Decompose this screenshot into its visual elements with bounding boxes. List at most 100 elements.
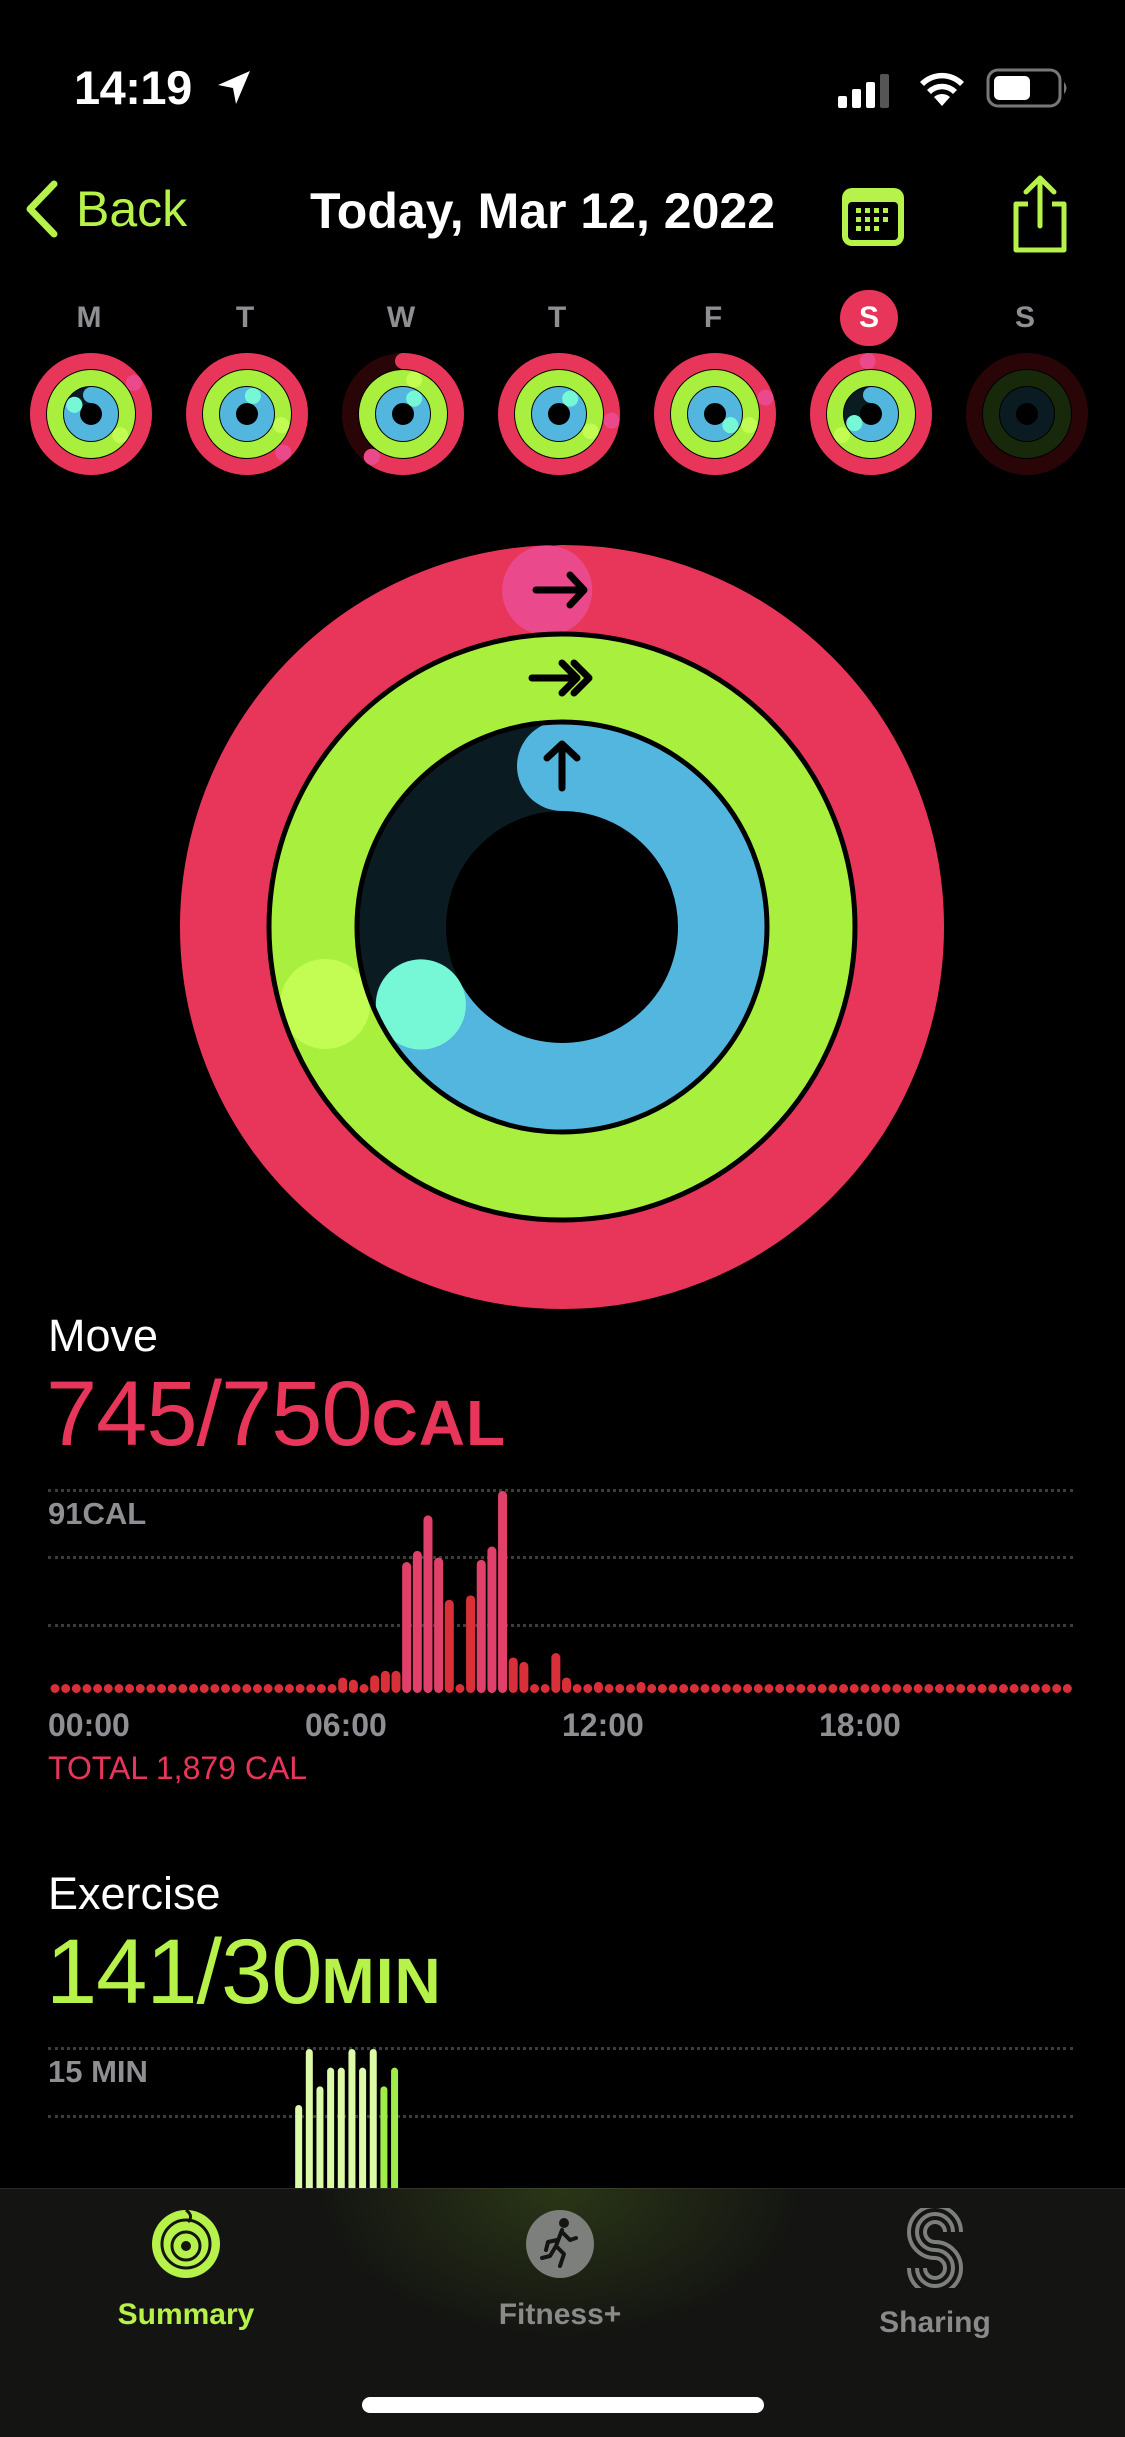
day-ring-move-end-cap (603, 412, 620, 429)
move-bar (785, 1684, 795, 1693)
move-bar (796, 1684, 806, 1693)
move-bar (82, 1684, 92, 1693)
move-bar (732, 1684, 742, 1693)
move-bar (828, 1684, 838, 1693)
activity-rings[interactable] (180, 545, 945, 1310)
day-ring-exercise-end-cap (406, 371, 423, 388)
tab-sharing[interactable]: Sharing (805, 2208, 1065, 2340)
day-ring-move-end-cap (757, 389, 774, 406)
sharing-s-icon (907, 2208, 963, 2288)
move-x-tick: 18:00 (819, 1707, 901, 1743)
exercise-title: Exercise (48, 1868, 221, 1919)
day-rings (498, 353, 620, 475)
move-bar (998, 1684, 1008, 1693)
tab-fitness-plus[interactable]: Fitness+ (430, 2208, 690, 2332)
move-bar (210, 1684, 220, 1693)
move-bar (668, 1684, 678, 1693)
move-bar (178, 1684, 188, 1693)
move-bar (125, 1684, 135, 1693)
move-bar (647, 1684, 657, 1693)
exercise-bar (359, 2067, 367, 2190)
wifi-icon (920, 72, 964, 106)
day-rings (654, 353, 776, 475)
move-bar (444, 1599, 454, 1693)
move-bar (434, 1557, 444, 1693)
day-ring-stand-end-cap (66, 396, 83, 413)
tab-summary-label: Summary (117, 2298, 255, 2331)
move-bar (849, 1684, 859, 1693)
move-bar (583, 1684, 593, 1693)
move-bar (327, 1684, 337, 1693)
move-bar (945, 1684, 955, 1693)
move-bar (476, 1559, 486, 1693)
move-bar (263, 1684, 273, 1693)
move-bar (892, 1684, 902, 1693)
move-bar (807, 1684, 817, 1693)
page-title: Today, Mar 12, 2022 (0, 182, 1085, 240)
move-bar (839, 1684, 849, 1693)
move-bar (519, 1661, 529, 1693)
move-bar (700, 1684, 710, 1693)
exercise-bar (305, 2049, 313, 2190)
share-icon[interactable] (1008, 174, 1072, 254)
move-bar (1009, 1684, 1019, 1693)
day-3[interactable]: T (497, 290, 620, 476)
exercise-bar (327, 2067, 335, 2190)
day-ring-exercise-end-cap (833, 427, 850, 444)
day-5[interactable]: S (809, 290, 932, 476)
move-bar (402, 1562, 412, 1693)
day-label: T (235, 301, 255, 334)
move-x-tick: 06:00 (305, 1707, 387, 1743)
move-bar (157, 1684, 167, 1693)
day-2[interactable]: W (341, 290, 464, 476)
move-bar (711, 1684, 721, 1693)
day-6[interactable]: S (965, 290, 1088, 476)
exercise-bar (380, 2086, 388, 2190)
exercise-bar (391, 2067, 399, 2190)
day-ring-stand-track (1000, 387, 1054, 441)
big-ring-exercise-end-cap (280, 958, 371, 1049)
move-bar (71, 1684, 81, 1693)
move-bar (1020, 1684, 1030, 1693)
move-bar (316, 1684, 326, 1693)
day-ring-exercise-end-cap (112, 427, 129, 444)
day-ring-stand-end-cap (846, 415, 863, 432)
move-value-unit: CAL (371, 1387, 507, 1459)
day-0[interactable]: M (29, 290, 152, 476)
move-bar (977, 1684, 987, 1693)
move-bar (412, 1550, 422, 1693)
move-bar (743, 1684, 753, 1693)
move-bar (498, 1491, 508, 1693)
move-bar (572, 1684, 582, 1693)
home-indicator[interactable] (362, 2397, 764, 2413)
day-ring-move-end-cap (125, 374, 142, 391)
move-title: Move (48, 1310, 159, 1361)
move-bar (380, 1670, 390, 1693)
move-bar (242, 1684, 252, 1693)
running-figure-icon (526, 2210, 594, 2278)
day-label: S (1014, 301, 1035, 334)
move-bar (1041, 1684, 1051, 1693)
move-bar (530, 1684, 540, 1693)
calendar-icon[interactable] (840, 186, 906, 248)
move-bar (615, 1684, 625, 1693)
move-bar (93, 1684, 103, 1693)
exercise-bar (348, 2049, 356, 2190)
status-time: 14:19 (74, 61, 192, 114)
move-bar (61, 1684, 71, 1693)
tab-summary[interactable]: Summary (56, 2208, 316, 2332)
cellular-signal-icon (838, 74, 889, 108)
move-bar (604, 1684, 614, 1693)
move-bar (423, 1515, 433, 1693)
move-bar (466, 1595, 476, 1693)
move-x-tick: 12:00 (562, 1707, 644, 1743)
exercise-bar (337, 2067, 345, 2190)
day-label: T (547, 301, 567, 334)
move-bar (135, 1684, 145, 1693)
move-bar (487, 1546, 497, 1693)
day-4[interactable]: F (653, 290, 776, 476)
day-ring-move-end-cap (363, 448, 380, 465)
move-bar (338, 1677, 348, 1693)
move-bar (966, 1684, 976, 1693)
day-1[interactable]: T (185, 290, 308, 476)
